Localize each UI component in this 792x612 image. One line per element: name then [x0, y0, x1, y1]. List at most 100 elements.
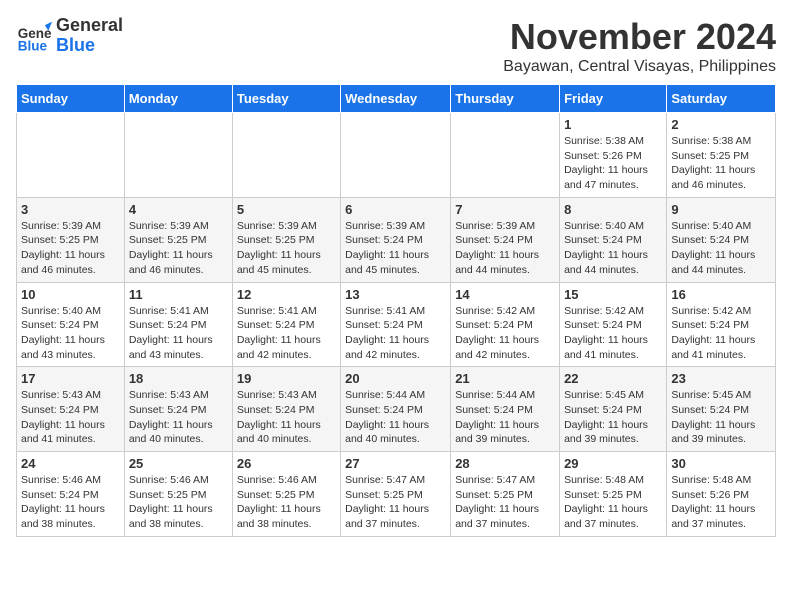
page-header: General Blue General Blue November 2024 … — [16, 16, 776, 76]
table-cell: 9 Sunrise: 5:40 AM Sunset: 5:24 PM Daylig… — [667, 197, 776, 282]
day-info: Sunrise: 5:45 AM Sunset: 5:24 PM Dayligh… — [564, 388, 662, 447]
day-number: 17 — [21, 371, 120, 386]
table-cell: 24 Sunrise: 5:46 AM Sunset: 5:24 PM Dayli… — [17, 452, 125, 537]
calendar-table: Sunday Monday Tuesday Wednesday Thursday… — [16, 84, 776, 537]
table-cell: 19 Sunrise: 5:43 AM Sunset: 5:24 PM Dayli… — [232, 367, 340, 452]
table-cell — [232, 113, 340, 198]
table-cell: 12 Sunrise: 5:41 AM Sunset: 5:24 PM Dayli… — [232, 282, 340, 367]
day-info: Sunrise: 5:46 AM Sunset: 5:25 PM Dayligh… — [129, 473, 228, 532]
day-info: Sunrise: 5:39 AM Sunset: 5:24 PM Dayligh… — [345, 219, 446, 278]
day-number: 15 — [564, 287, 662, 302]
week-row-5: 24 Sunrise: 5:46 AM Sunset: 5:24 PM Dayli… — [17, 452, 776, 537]
day-info: Sunrise: 5:39 AM Sunset: 5:25 PM Dayligh… — [237, 219, 336, 278]
day-number: 14 — [455, 287, 555, 302]
day-info: Sunrise: 5:46 AM Sunset: 5:24 PM Dayligh… — [21, 473, 120, 532]
table-cell: 25 Sunrise: 5:46 AM Sunset: 5:25 PM Dayli… — [124, 452, 232, 537]
week-row-2: 3 Sunrise: 5:39 AM Sunset: 5:25 PM Daylig… — [17, 197, 776, 282]
day-number: 1 — [564, 117, 662, 132]
day-number: 2 — [671, 117, 771, 132]
logo-line2: Blue — [56, 36, 123, 56]
table-cell: 7Sunrise: 5:39 AM Sunset: 5:24 PM Daylig… — [451, 197, 560, 282]
day-number: 19 — [237, 371, 336, 386]
day-number: 18 — [129, 371, 228, 386]
day-number: 8 — [564, 202, 662, 217]
table-cell — [451, 113, 560, 198]
week-row-4: 17 Sunrise: 5:43 AM Sunset: 5:24 PM Dayli… — [17, 367, 776, 452]
day-info: Sunrise: 5:48 AM Sunset: 5:26 PM Dayligh… — [671, 473, 771, 532]
logo-icon: General Blue — [16, 18, 52, 54]
table-cell: 5 Sunrise: 5:39 AM Sunset: 5:25 PM Daylig… — [232, 197, 340, 282]
day-info: Sunrise: 5:44 AM Sunset: 5:24 PM Dayligh… — [455, 388, 555, 447]
table-cell: 2Sunrise: 5:38 AM Sunset: 5:25 PM Daylig… — [667, 113, 776, 198]
day-number: 12 — [237, 287, 336, 302]
day-number: 11 — [129, 287, 228, 302]
day-number: 9 — [671, 202, 771, 217]
day-number: 28 — [455, 456, 555, 471]
table-cell: 26 Sunrise: 5:46 AM Sunset: 5:25 PM Dayli… — [232, 452, 340, 537]
day-info: Sunrise: 5:48 AM Sunset: 5:25 PM Dayligh… — [564, 473, 662, 532]
table-cell: 13Sunrise: 5:41 AM Sunset: 5:24 PM Dayli… — [341, 282, 451, 367]
day-info: Sunrise: 5:41 AM Sunset: 5:24 PM Dayligh… — [345, 304, 446, 363]
day-info: Sunrise: 5:47 AM Sunset: 5:25 PM Dayligh… — [345, 473, 446, 532]
day-number: 26 — [237, 456, 336, 471]
week-row-3: 10Sunrise: 5:40 AM Sunset: 5:24 PM Dayli… — [17, 282, 776, 367]
header-tuesday: Tuesday — [232, 85, 340, 113]
day-info: Sunrise: 5:47 AM Sunset: 5:25 PM Dayligh… — [455, 473, 555, 532]
day-number: 6 — [345, 202, 446, 217]
day-info: Sunrise: 5:39 AM Sunset: 5:25 PM Dayligh… — [21, 219, 120, 278]
day-number: 25 — [129, 456, 228, 471]
day-number: 7 — [455, 202, 555, 217]
table-cell: 15 Sunrise: 5:42 AM Sunset: 5:24 PM Dayli… — [560, 282, 667, 367]
header-saturday: Saturday — [667, 85, 776, 113]
table-cell: 23 Sunrise: 5:45 AM Sunset: 5:24 PM Dayli… — [667, 367, 776, 452]
day-number: 29 — [564, 456, 662, 471]
day-info: Sunrise: 5:44 AM Sunset: 5:24 PM Dayligh… — [345, 388, 446, 447]
day-info: Sunrise: 5:43 AM Sunset: 5:24 PM Dayligh… — [237, 388, 336, 447]
weekday-header-row: Sunday Monday Tuesday Wednesday Thursday… — [17, 85, 776, 113]
day-info: Sunrise: 5:41 AM Sunset: 5:24 PM Dayligh… — [129, 304, 228, 363]
table-cell: 4 Sunrise: 5:39 AM Sunset: 5:25 PM Daylig… — [124, 197, 232, 282]
day-number: 5 — [237, 202, 336, 217]
svg-text:Blue: Blue — [18, 38, 48, 53]
table-cell: 14Sunrise: 5:42 AM Sunset: 5:24 PM Dayli… — [451, 282, 560, 367]
day-info: Sunrise: 5:46 AM Sunset: 5:25 PM Dayligh… — [237, 473, 336, 532]
day-number: 16 — [671, 287, 771, 302]
day-number: 23 — [671, 371, 771, 386]
table-cell: 29 Sunrise: 5:48 AM Sunset: 5:25 PM Dayli… — [560, 452, 667, 537]
header-wednesday: Wednesday — [341, 85, 451, 113]
week-row-1: 1 Sunrise: 5:38 AM Sunset: 5:26 PM Daylig… — [17, 113, 776, 198]
table-cell: 21 Sunrise: 5:44 AM Sunset: 5:24 PM Dayli… — [451, 367, 560, 452]
table-cell: 10Sunrise: 5:40 AM Sunset: 5:24 PM Dayli… — [17, 282, 125, 367]
location-title: Bayawan, Central Visayas, Philippines — [503, 58, 776, 76]
day-info: Sunrise: 5:38 AM Sunset: 5:26 PM Dayligh… — [564, 134, 662, 193]
table-cell — [341, 113, 451, 198]
day-number: 21 — [455, 371, 555, 386]
table-cell: 22 Sunrise: 5:45 AM Sunset: 5:24 PM Dayli… — [560, 367, 667, 452]
table-cell: 18Sunrise: 5:43 AM Sunset: 5:24 PM Dayli… — [124, 367, 232, 452]
table-cell: 28 Sunrise: 5:47 AM Sunset: 5:25 PM Dayli… — [451, 452, 560, 537]
table-cell: 17 Sunrise: 5:43 AM Sunset: 5:24 PM Dayli… — [17, 367, 125, 452]
day-info: Sunrise: 5:42 AM Sunset: 5:24 PM Dayligh… — [671, 304, 771, 363]
table-cell — [124, 113, 232, 198]
day-info: Sunrise: 5:42 AM Sunset: 5:24 PM Dayligh… — [564, 304, 662, 363]
logo-line1: General — [56, 16, 123, 36]
day-number: 4 — [129, 202, 228, 217]
header-monday: Monday — [124, 85, 232, 113]
day-info: Sunrise: 5:39 AM Sunset: 5:25 PM Dayligh… — [129, 219, 228, 278]
day-number: 24 — [21, 456, 120, 471]
day-number: 3 — [21, 202, 120, 217]
day-info: Sunrise: 5:43 AM Sunset: 5:24 PM Dayligh… — [21, 388, 120, 447]
day-number: 22 — [564, 371, 662, 386]
table-cell — [17, 113, 125, 198]
table-cell: 11 Sunrise: 5:41 AM Sunset: 5:24 PM Dayli… — [124, 282, 232, 367]
day-info: Sunrise: 5:45 AM Sunset: 5:24 PM Dayligh… — [671, 388, 771, 447]
day-info: Sunrise: 5:41 AM Sunset: 5:24 PM Dayligh… — [237, 304, 336, 363]
table-cell: 16 Sunrise: 5:42 AM Sunset: 5:24 PM Dayli… — [667, 282, 776, 367]
logo: General Blue General Blue — [16, 16, 123, 56]
day-info: Sunrise: 5:40 AM Sunset: 5:24 PM Dayligh… — [671, 219, 771, 278]
table-cell: 8Sunrise: 5:40 AM Sunset: 5:24 PM Daylig… — [560, 197, 667, 282]
day-number: 10 — [21, 287, 120, 302]
table-cell: 27Sunrise: 5:47 AM Sunset: 5:25 PM Dayli… — [341, 452, 451, 537]
table-cell: 20Sunrise: 5:44 AM Sunset: 5:24 PM Dayli… — [341, 367, 451, 452]
month-title: November 2024 — [503, 16, 776, 58]
